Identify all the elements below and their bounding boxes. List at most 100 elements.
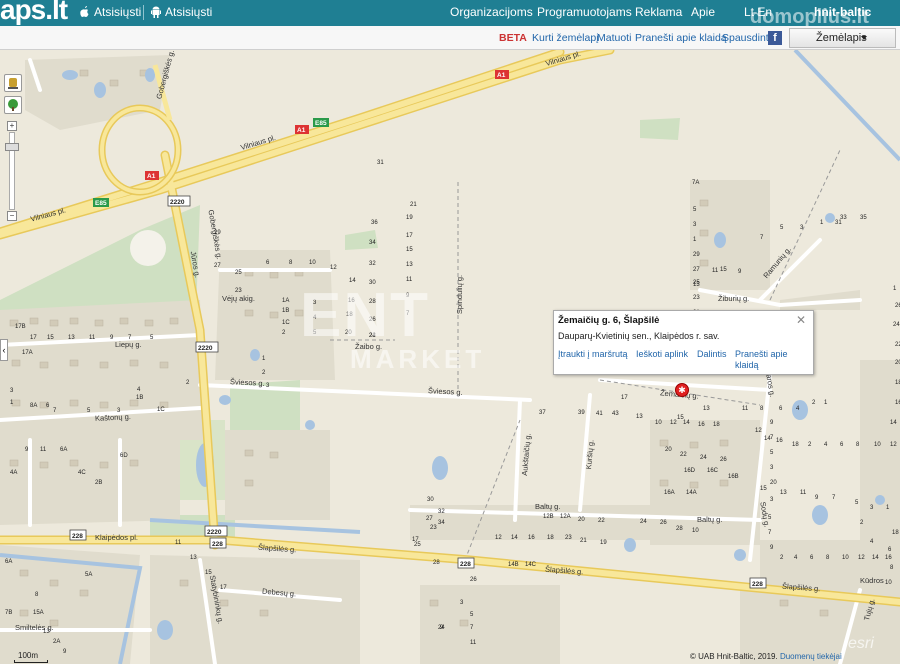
- house-number: 15: [760, 486, 767, 492]
- zoom-out-button[interactable]: −: [7, 211, 17, 221]
- house-number: 20: [895, 360, 900, 366]
- download-ios-link[interactable]: Atsisiųsti: [80, 5, 141, 19]
- house-number: 11: [470, 640, 477, 646]
- pan-tool-button[interactable]: [4, 74, 22, 92]
- house-number: 20: [578, 517, 585, 523]
- house-number: 18: [892, 530, 899, 536]
- house-number: 3: [460, 600, 464, 606]
- site-logo[interactable]: aps.lt: [0, 0, 68, 26]
- download-android-link[interactable]: Atsisiųsti: [151, 5, 212, 19]
- report-error-link[interactable]: Pranešti apie klaidą: [635, 32, 727, 44]
- house-number: 12: [890, 442, 897, 448]
- street-label: Klaipėdos pl.: [95, 533, 138, 542]
- house-number: 26: [660, 520, 667, 526]
- house-number: 22: [598, 518, 605, 524]
- house-number: 6: [46, 403, 50, 409]
- house-number: 4: [137, 387, 141, 393]
- search-nearby-link[interactable]: Ieškoti aplink: [636, 349, 688, 359]
- facebook-icon[interactable]: f: [768, 31, 782, 45]
- house-number: 39: [578, 410, 585, 416]
- house-number: 15: [47, 335, 54, 341]
- street-label: Vėjų akig.: [222, 294, 255, 303]
- esri-logo: esri: [848, 635, 874, 652]
- add-to-route-link[interactable]: Įtraukti į maršrutą: [558, 349, 628, 359]
- data-providers-link[interactable]: Duomenų tiekėjai: [780, 652, 842, 661]
- house-number: 20: [665, 447, 672, 453]
- house-number: 13: [43, 629, 50, 635]
- house-number: 7: [128, 335, 132, 341]
- house-number: 2: [262, 370, 266, 376]
- house-number: 8: [760, 406, 764, 412]
- street-label: Baltų g.: [535, 502, 561, 511]
- house-number: 14B: [508, 562, 519, 568]
- house-number: 2: [780, 555, 784, 561]
- house-number: 24: [640, 519, 647, 525]
- house-number: 24: [893, 322, 900, 328]
- house-number: 10: [874, 442, 881, 448]
- house-number: 16C: [707, 468, 719, 474]
- nav-developers[interactable]: Programuotojams: [537, 5, 632, 19]
- close-icon[interactable]: ✕: [796, 313, 806, 327]
- house-number: 6: [840, 442, 844, 448]
- svg-text:228: 228: [460, 561, 471, 568]
- house-number: 24: [438, 625, 445, 631]
- house-number: 26: [720, 457, 727, 463]
- house-number: 17: [406, 233, 413, 239]
- house-number: 11: [742, 406, 749, 412]
- house-number: 6: [266, 260, 270, 266]
- house-number: 12B: [543, 514, 554, 520]
- layers-button[interactable]: [4, 96, 22, 114]
- popup-address: Dauparų-Kvietinių sen., Klaipėdos r. sav…: [558, 331, 720, 341]
- house-number: 34: [438, 520, 445, 526]
- house-number: 27: [214, 263, 221, 269]
- map-canvas[interactable]: A1 A1 A1 E85 E85 2220 2220 2220 228 228 …: [0, 50, 900, 664]
- house-number: 9: [110, 335, 114, 341]
- scale-label: 100m: [18, 651, 39, 660]
- zoom-in-button[interactable]: +: [7, 121, 17, 131]
- house-number: 9: [25, 447, 29, 453]
- house-number: 6A: [60, 447, 68, 453]
- print-link[interactable]: Spausdinti: [722, 32, 771, 44]
- share-link[interactable]: Dalintis: [697, 349, 727, 359]
- house-number: 18: [895, 380, 900, 386]
- house-number: 35: [860, 215, 867, 221]
- house-number: 13: [636, 414, 643, 420]
- house-number: 3: [800, 225, 804, 231]
- house-number: 9: [63, 649, 67, 655]
- house-number: 13: [703, 406, 710, 412]
- measure-link[interactable]: Matuoti: [597, 32, 631, 44]
- house-number: 21: [410, 202, 417, 208]
- house-number: 13: [693, 282, 700, 288]
- house-number: 14C: [525, 562, 537, 568]
- side-panel-toggle[interactable]: ‹: [0, 339, 8, 361]
- house-number: 9: [738, 269, 742, 275]
- house-number: 18: [547, 535, 554, 541]
- map-type-select[interactable]: Žemėlapis: [789, 28, 896, 48]
- hand-icon: [8, 78, 18, 89]
- house-number: 6A: [5, 559, 13, 565]
- house-number: 4C: [78, 470, 86, 476]
- nav-about[interactable]: Apie: [691, 5, 715, 19]
- svg-text:2220: 2220: [207, 529, 222, 536]
- nav-advertising[interactable]: Reklama: [635, 5, 682, 19]
- house-number: 1: [693, 237, 697, 243]
- create-map-link[interactable]: Kurti žemėlapį: [532, 32, 599, 44]
- svg-text:2220: 2220: [198, 345, 213, 352]
- house-number: 7: [768, 530, 772, 536]
- house-number: 4: [796, 406, 800, 412]
- svg-text:2220: 2220: [170, 199, 185, 206]
- location-pin-icon[interactable]: ✱: [675, 383, 689, 397]
- house-number: 22: [895, 342, 900, 348]
- beta-label: BETA: [499, 32, 527, 44]
- house-number: 4: [824, 442, 828, 448]
- house-number: 5: [150, 335, 154, 341]
- map-toolbar: BETA Kurti žemėlapį Matuoti Pranešti api…: [0, 26, 900, 50]
- popup-report-error-link[interactable]: Pranešti apie klaidą: [735, 349, 810, 371]
- house-number: 11: [175, 540, 182, 546]
- house-number: 20: [770, 480, 777, 486]
- house-number: 10: [692, 528, 699, 534]
- nav-organizations[interactable]: Organizacijoms: [450, 5, 533, 19]
- house-number: 26: [470, 577, 477, 583]
- house-number: 28: [676, 526, 683, 532]
- zoom-slider-handle[interactable]: [5, 143, 19, 151]
